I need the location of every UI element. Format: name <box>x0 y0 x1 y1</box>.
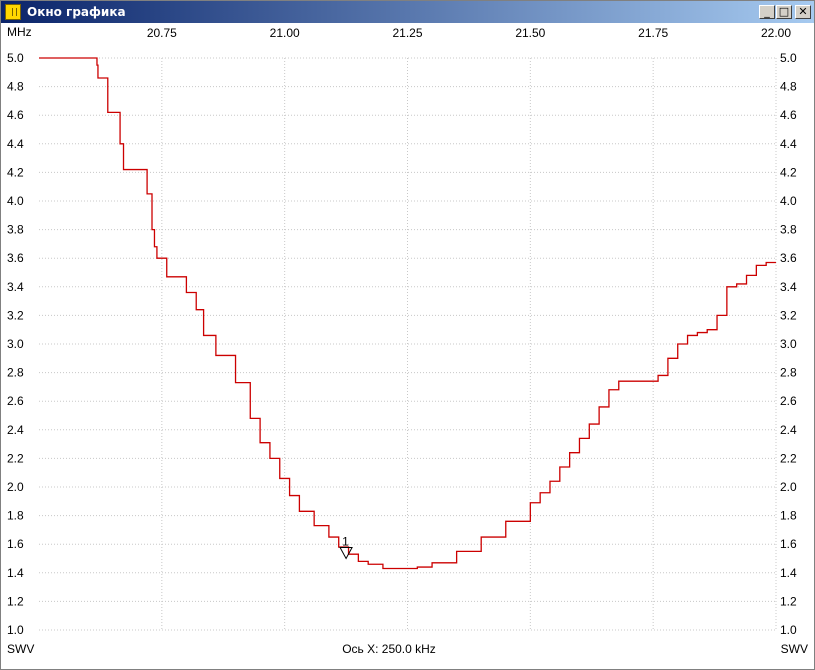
y-tick-label-left: 3.2 <box>7 308 24 322</box>
x-tick-label: 21.25 <box>392 26 422 40</box>
y-tick-label-left: 4.4 <box>7 137 24 151</box>
y-tick-label-right: 4.4 <box>780 137 797 151</box>
x-tick-label: 22.00 <box>761 26 791 40</box>
y-tick-label-left: 2.0 <box>7 480 24 494</box>
y-tick-label-right: 3.6 <box>780 251 797 265</box>
y-tick-label-right: 4.6 <box>780 108 797 122</box>
y-tick-label-right: 3.2 <box>780 308 797 322</box>
y-tick-label-right: 3.8 <box>780 223 797 237</box>
y-tick-label-left: 1.8 <box>7 509 24 523</box>
y-tick-label-left: 3.8 <box>7 223 24 237</box>
y-tick-label-right: 4.2 <box>780 165 797 179</box>
y-tick-label-right: 2.0 <box>780 480 797 494</box>
app-icon[interactable] <box>5 4 21 20</box>
minimize-button[interactable]: _ <box>759 5 775 19</box>
y-tick-label-right: 2.6 <box>780 394 797 408</box>
marker-label: 1 <box>342 535 349 549</box>
y-tick-label-left: 3.0 <box>7 337 24 351</box>
y-tick-label-right: 2.8 <box>780 366 797 380</box>
x-axis-info: Ось X: 250.0 kHz <box>342 642 436 656</box>
y-axis-ticks-right: 5.0 4.8 4.6 4.4 4.2 4.0 3.8 3.6 3.4 3.2 3.0 2.8 2.6 2… <box>780 51 797 637</box>
y-tick-label-right: 2.4 <box>780 423 797 437</box>
y-tick-label-right: 4.8 <box>780 80 797 94</box>
y-tick-label-right: 3.0 <box>780 337 797 351</box>
y-label-left: SWV <box>7 642 34 656</box>
y-tick-label-left: 3.6 <box>7 251 24 265</box>
y-tick-label-left: 2.4 <box>7 423 24 437</box>
y-axis-ticks-left: 5.0 4.8 4.6 4.4 4.2 4.0 3.8 3.6 3.4 3.2 3.0 2.8 2.6 2… <box>7 51 24 637</box>
y-tick-label-right: 3.4 <box>780 280 797 294</box>
y-tick-label-right: 1.4 <box>780 566 797 580</box>
close-button[interactable]: ✕ <box>795 5 811 19</box>
maximize-button[interactable]: □ <box>776 5 792 19</box>
x-tick-label: 20.75 <box>147 26 177 40</box>
y-tick-label-left: 4.0 <box>7 194 24 208</box>
y-tick-label-right: 5.0 <box>780 51 797 65</box>
close-icon: ✕ <box>798 5 808 18</box>
y-tick-label-right: 2.2 <box>780 451 797 465</box>
y-tick-label-right: 1.6 <box>780 537 797 551</box>
y-tick-label-left: 4.8 <box>7 80 24 94</box>
chart-window: Окно графика _ □ ✕ 20.75 21.00 21.25 21.50 2… <box>0 0 815 670</box>
y-tick-label-right: 1.2 <box>780 594 797 608</box>
x-tick-label: 21.75 <box>638 26 668 40</box>
y-tick-label-left: 3.4 <box>7 280 24 294</box>
minimize-icon: _ <box>764 5 770 18</box>
title-bar[interactable]: Окно графика _ □ ✕ <box>1 1 814 23</box>
y-tick-label-left: 1.6 <box>7 537 24 551</box>
swr-chart[interactable]: 20.75 21.00 21.25 21.50 21.75 22.00 5.0 4.8 4.6… <box>1 23 814 669</box>
x-tick-label: 21.50 <box>515 26 545 40</box>
maximize-icon: □ <box>778 5 790 18</box>
x-tick-label: 21.00 <box>270 26 300 40</box>
y-tick-label-left: 2.6 <box>7 394 24 408</box>
y-tick-label-right: 4.0 <box>780 194 797 208</box>
window-title: Окно графика <box>27 5 126 19</box>
y-tick-label-left: 4.2 <box>7 165 24 179</box>
x-unit-label: MHz <box>7 25 32 39</box>
y-tick-label-right: 1.8 <box>780 509 797 523</box>
y-tick-label-left: 2.2 <box>7 451 24 465</box>
y-tick-label-left: 5.0 <box>7 51 24 65</box>
y-tick-label-right: 1.0 <box>780 623 797 637</box>
y-tick-label-left: 2.8 <box>7 366 24 380</box>
y-tick-label-left: 1.0 <box>7 623 24 637</box>
y-label-right: SWV <box>781 642 808 656</box>
y-tick-label-left: 4.6 <box>7 108 24 122</box>
app-icon-glyph <box>12 8 17 16</box>
y-tick-label-left: 1.4 <box>7 566 24 580</box>
y-tick-label-left: 1.2 <box>7 594 24 608</box>
